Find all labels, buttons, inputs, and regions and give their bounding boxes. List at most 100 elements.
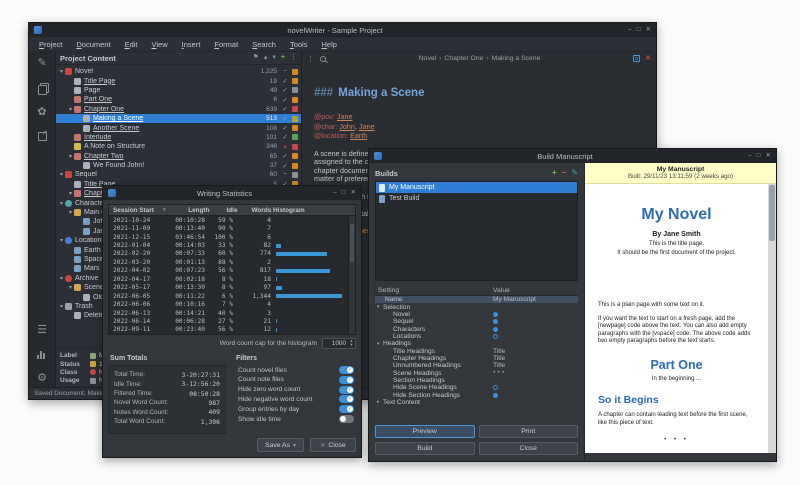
project-details-icon[interactable]: [38, 83, 47, 93]
tree-item-page[interactable]: Page49✓: [56, 86, 301, 95]
search-icon[interactable]: [320, 56, 326, 62]
menu-edit[interactable]: Edit: [119, 38, 144, 51]
toggle-switch[interactable]: ✓: [339, 415, 354, 423]
expand-arrow-icon[interactable]: ▾: [58, 68, 65, 75]
maximize-icon[interactable]: □: [342, 189, 346, 197]
session-row[interactable]: 2022-05-1700:13:308 %97: [109, 284, 347, 292]
session-row[interactable]: 2022-01-0400:14:0333 %82: [109, 241, 347, 249]
expand-arrow-icon[interactable]: ▾: [58, 303, 65, 310]
build-settings-tree[interactable]: NameMy Manuscript▾SelectionNovelSequelCh…: [375, 296, 578, 406]
project-menu-kebab-icon[interactable]: ⋮: [290, 54, 297, 62]
session-row[interactable]: 2022-02-2000:07:3360 %774: [109, 250, 347, 258]
add-build-icon[interactable]: +: [552, 169, 557, 177]
menu-view[interactable]: View: [146, 38, 174, 51]
session-row[interactable]: 2022-03-2000:01:1388 %2: [109, 258, 347, 266]
expand-arrow-icon[interactable]: ▾: [377, 304, 383, 310]
remove-build-icon[interactable]: −: [562, 169, 567, 177]
spinbox-arrows[interactable]: ▲▼: [348, 339, 355, 347]
toggle-switch[interactable]: ✓: [339, 386, 354, 394]
expand-arrow-icon[interactable]: ▾: [67, 190, 74, 197]
session-row[interactable]: 2022-04-1700:02:188 %18: [109, 275, 347, 283]
expand-arrow-icon[interactable]: ▾: [67, 284, 74, 291]
setting-scene-headings[interactable]: Scene Headings* * *: [375, 369, 578, 376]
focus-mode-icon[interactable]: [633, 55, 640, 62]
session-row[interactable]: 2021-10-2400:10:2859 %4: [109, 216, 347, 224]
table-scrollbar[interactable]: [348, 216, 355, 334]
edit-build-icon[interactable]: ✎: [571, 169, 578, 177]
build-item-my-manuscript[interactable]: My Manuscript: [376, 182, 577, 193]
toggle-switch[interactable]: ✓: [339, 405, 354, 413]
tree-item-novel[interactable]: ▾Novel1,225−: [56, 67, 301, 76]
check-box-icon[interactable]: ✓: [281, 96, 289, 104]
close-button[interactable]: ✕Close: [310, 438, 356, 452]
meta-reference-link[interactable]: Jane: [337, 112, 353, 121]
close-icon[interactable]: ✕: [766, 152, 771, 160]
crumb-novel[interactable]: Novel: [419, 55, 436, 62]
tree-item-chapter-two[interactable]: ▾Chapter Two65✓: [56, 152, 301, 161]
session-row[interactable]: 2022-04-0200:07:2356 %817: [109, 267, 347, 275]
setting-chapter-headings[interactable]: Chapter HeadingsTitle: [375, 355, 578, 362]
toggle-switch[interactable]: ✓: [339, 395, 354, 403]
tree-item-sequel[interactable]: ▾Sequel60−: [56, 170, 301, 179]
expand-arrow-icon[interactable]: ▾: [58, 171, 65, 178]
col-session-start[interactable]: Session Start: [109, 207, 161, 214]
tree-item-title-page[interactable]: Title Page19✓: [56, 76, 301, 85]
setting-unnumbered-headings[interactable]: Unnumbered HeadingsTitle: [375, 362, 578, 369]
meta-reference-link[interactable]: Jane: [359, 122, 375, 131]
tree-item-interlude[interactable]: Interlude101✓: [56, 133, 301, 142]
maximize-icon[interactable]: □: [637, 26, 641, 34]
tree-item-part-one[interactable]: Part One6✓: [56, 95, 301, 104]
close-button[interactable]: Close: [479, 442, 579, 455]
settings-gear-icon[interactable]: ⚙: [37, 373, 47, 384]
build-item-test-build[interactable]: Test Build: [376, 193, 577, 204]
menu-format[interactable]: Format: [208, 38, 244, 51]
build-button[interactable]: Build: [375, 442, 475, 455]
setting-text-content[interactable]: ▸Text Content: [375, 399, 578, 406]
col-words-histogram[interactable]: Words Histogram: [252, 207, 305, 214]
cap-value[interactable]: 1000: [323, 340, 348, 347]
expand-arrow-icon[interactable]: ▾: [377, 341, 383, 347]
setting-name[interactable]: NameMy Manuscript: [375, 296, 578, 303]
preview-scrollbar[interactable]: [768, 184, 776, 453]
meta-reference-link[interactable]: John: [339, 122, 355, 131]
print-button[interactable]: Print: [479, 425, 579, 438]
expand-arrow-icon[interactable]: ▾: [58, 275, 65, 282]
setting-novel[interactable]: Novel: [375, 311, 578, 318]
close-icon[interactable]: ✕: [646, 26, 651, 34]
builds-list[interactable]: My ManuscriptTest Build: [375, 181, 578, 281]
stats-titlebar[interactable]: Writing Statistics – □ ✕: [103, 186, 361, 200]
expand-arrow-icon[interactable]: ▾: [58, 237, 65, 244]
close-document-icon[interactable]: ✕: [645, 55, 651, 62]
bookmark-icon[interactable]: ⚑: [253, 54, 259, 62]
tree-item-making-a-scene[interactable]: Making a Scene513✓: [56, 114, 301, 123]
toggle-switch[interactable]: ✓: [339, 366, 354, 374]
meta-reference-link[interactable]: Earth: [350, 131, 367, 140]
minus-box-icon[interactable]: −: [281, 68, 289, 75]
menu-insert[interactable]: Insert: [176, 38, 207, 51]
crumb-making-a-scene[interactable]: Making a Scene: [492, 55, 541, 62]
setting-sequel[interactable]: Sequel: [375, 318, 578, 325]
move-down-icon[interactable]: ▾: [272, 54, 276, 62]
move-up-icon[interactable]: ▴: [264, 54, 268, 62]
setting-section-headings[interactable]: Section Headings: [375, 377, 578, 384]
sessions-table-header[interactable]: Session Start▾ Length Idle Words Histogr…: [109, 205, 355, 216]
build-titlebar[interactable]: Build Manuscript – □ ✕: [369, 149, 776, 163]
check-box-icon[interactable]: ✓: [281, 162, 289, 170]
add-item-icon[interactable]: +: [281, 54, 285, 62]
setting-selection[interactable]: ▾Selection: [375, 303, 578, 310]
col-length[interactable]: Length: [166, 207, 210, 214]
check-box-icon[interactable]: ✓: [281, 152, 289, 160]
session-row[interactable]: 2021-11-0900:13:4090 %7: [109, 224, 347, 232]
col-idle[interactable]: Idle: [210, 207, 238, 214]
setting-title-headings[interactable]: Title HeadingsTitle: [375, 347, 578, 354]
statistics-icon[interactable]: [37, 350, 47, 359]
save-as-button[interactable]: Save As▾: [257, 438, 304, 452]
check-box-icon[interactable]: ✓: [281, 77, 289, 85]
outline-list-icon[interactable]: ☰: [37, 325, 47, 336]
session-row[interactable]: 2022-06-0600:10:167 %4: [109, 300, 347, 308]
setting-characters[interactable]: Characters: [375, 325, 578, 332]
session-row[interactable]: 2022-09-1100:23:4056 %12: [109, 326, 347, 334]
export-icon[interactable]: [38, 132, 47, 141]
menu-document[interactable]: Document: [70, 38, 116, 51]
edit-document-icon[interactable]: ✎: [37, 58, 46, 69]
